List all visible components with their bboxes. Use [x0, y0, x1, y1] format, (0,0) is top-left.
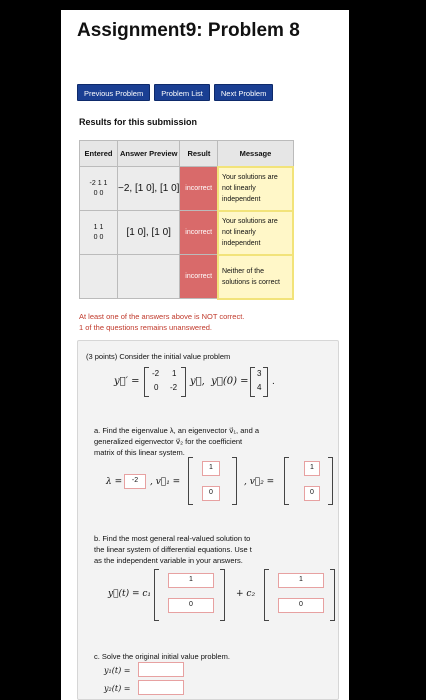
table-row: 1 1 0 0 [1 0], [1 0] incorrect Your solu…	[79, 209, 295, 256]
message-cell: Your solutions are not linearly independ…	[216, 165, 295, 212]
previous-problem-button[interactable]: Previous Problem	[77, 84, 151, 101]
lambda-input[interactable]: -2	[124, 474, 146, 489]
message-cell: Neither of the solutions is correct	[216, 253, 295, 300]
general-solution-label: y⃗(t) = c₁	[108, 589, 152, 599]
page: Assignment9: Problem 8 Previous Problem …	[61, 10, 349, 700]
results-table: Entered Answer Preview Result Message -2…	[79, 140, 295, 300]
lambda-label: λ =	[106, 477, 123, 487]
preview-cell: −2, [1 0], [1 0]	[116, 166, 181, 211]
entered-cell: 1 1 0 0	[79, 210, 118, 255]
result-cell: incorrect	[179, 166, 219, 211]
v1-bottom-input[interactable]: 0	[202, 486, 220, 501]
results-heading: Results for this submission	[79, 117, 198, 127]
c1-top-input[interactable]: 1	[168, 573, 214, 588]
result-cell: incorrect	[179, 210, 219, 255]
problem-intro: (3 points) Consider the initial value pr…	[86, 352, 231, 361]
y2-input[interactable]	[138, 680, 184, 695]
col-preview: Answer Preview	[116, 140, 181, 167]
part-a-text: a. Find the eigenvalue λ, an eigenvector…	[94, 426, 259, 457]
result-cell: incorrect	[179, 254, 219, 299]
part-c-text: c. Solve the original initial value prob…	[94, 652, 230, 661]
c2-top-input[interactable]: 1	[278, 573, 324, 588]
v2-top-input[interactable]: 1	[304, 461, 320, 476]
col-message: Message	[217, 140, 294, 167]
entered-cell: -2 1 1 0 0	[79, 166, 118, 211]
col-entered: Entered	[79, 140, 118, 167]
col-result: Result	[179, 140, 219, 167]
v1-label: , v⃗₁ =	[150, 477, 181, 487]
c2-bottom-input[interactable]: 0	[278, 598, 324, 613]
v1-top-input[interactable]: 1	[202, 461, 220, 476]
problem-panel: (3 points) Consider the initial value pr…	[77, 340, 339, 700]
page-title: Assignment9: Problem 8	[77, 20, 300, 41]
preview-cell: [1 0], [1 0]	[116, 210, 181, 255]
v2-bottom-input[interactable]: 0	[304, 486, 320, 501]
problem-list-button[interactable]: Problem List	[154, 84, 210, 101]
v2-label: , v⃗₂ =	[244, 477, 275, 487]
ode-equation: y⃗′ = -2 1 0 -2 y⃗, y⃗(0) = 3 4 .	[114, 367, 314, 399]
y1-label: y₁(t) =	[104, 666, 131, 675]
table-row: -2 1 1 0 0 −2, [1 0], [1 0] incorrect Yo…	[79, 165, 295, 212]
next-problem-button[interactable]: Next Problem	[213, 84, 274, 101]
c1-bottom-input[interactable]: 0	[168, 598, 214, 613]
warning-text: At least one of the answers above is NOT…	[79, 312, 245, 332]
y1-input[interactable]	[138, 662, 184, 677]
y2-label: y₂(t) =	[104, 684, 131, 693]
message-cell: Your solutions are not linearly independ…	[216, 209, 295, 256]
c2-label: + c₂	[236, 589, 256, 599]
table-row: incorrect Neither of the solutions is co…	[79, 253, 295, 300]
entered-cell	[79, 254, 118, 299]
preview-cell	[116, 254, 181, 299]
part-b-text: b. Find the most general real-valued sol…	[94, 534, 252, 565]
nav-buttons: Previous Problem Problem List Next Probl…	[77, 84, 274, 101]
